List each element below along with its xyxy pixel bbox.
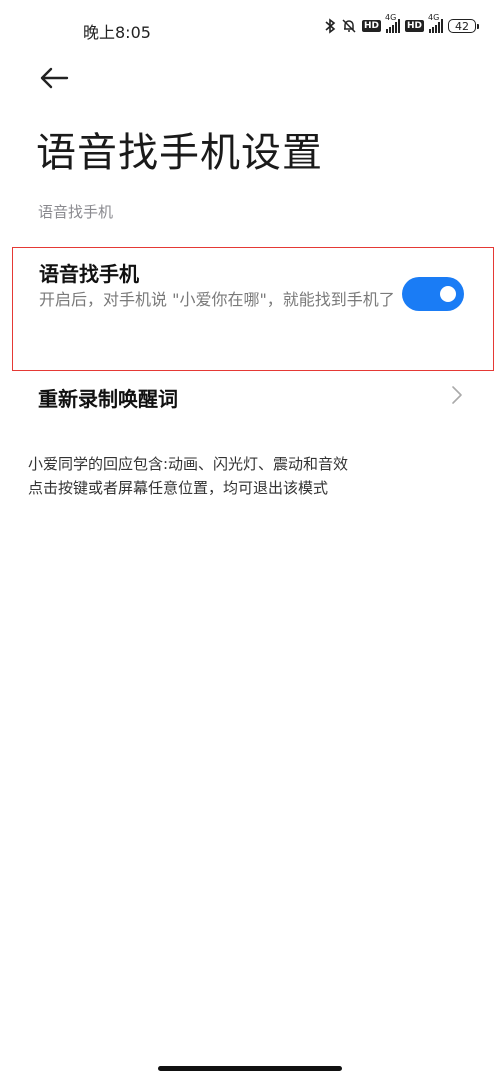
hd-icon: HD — [404, 20, 424, 32]
rerecord-wake-word-label: 重新录制唤醒词 — [38, 387, 178, 411]
page-title: 语音找手机设置 — [36, 130, 323, 176]
home-indicator[interactable] — [158, 1066, 342, 1071]
battery-level: 42 — [455, 19, 469, 33]
status-time: 晚上8:05 — [83, 23, 151, 42]
status-bar: 晚上8:05 HD 4G HD 4G 42 — [0, 0, 500, 58]
chevron-right-icon — [450, 385, 464, 409]
bluetooth-icon — [324, 18, 336, 34]
battery-icon: 42 — [448, 19, 479, 33]
status-icons: HD 4G HD 4G 42 — [324, 13, 479, 34]
hd-icon: HD — [361, 20, 381, 32]
voice-find-phone-row[interactable]: 语音找手机 开启后，对手机说 "小爱你在哪"，就能找到手机了 — [12, 247, 494, 371]
signal-icon: 4G — [385, 13, 400, 33]
network-type-label: 4G — [384, 13, 397, 22]
network-type-label: 4G — [428, 13, 440, 22]
voice-find-phone-description: 开启后，对手机说 "小爱你在哪"，就能找到手机了 — [39, 290, 395, 309]
signal-icon: 4G — [428, 13, 443, 33]
voice-find-phone-toggle[interactable] — [402, 277, 464, 311]
info-line: 小爱同学的回应包含:动画、闪光灯、震动和音效 — [28, 455, 349, 473]
voice-find-phone-title: 语音找手机 — [39, 262, 139, 286]
section-header: 语音找手机 — [38, 203, 114, 221]
back-button[interactable] — [36, 64, 72, 96]
mute-bell-icon — [341, 18, 357, 34]
info-line: 点击按键或者屏幕任意位置，均可退出该模式 — [28, 479, 329, 497]
toggle-knob — [440, 286, 456, 302]
info-text: 小爱同学的回应包含:动画、闪光灯、震动和音效 点击按键或者屏幕任意位置，均可退出… — [28, 452, 348, 500]
back-arrow-icon — [39, 66, 69, 94]
rerecord-wake-word-row[interactable]: 重新录制唤醒词 — [0, 371, 500, 419]
